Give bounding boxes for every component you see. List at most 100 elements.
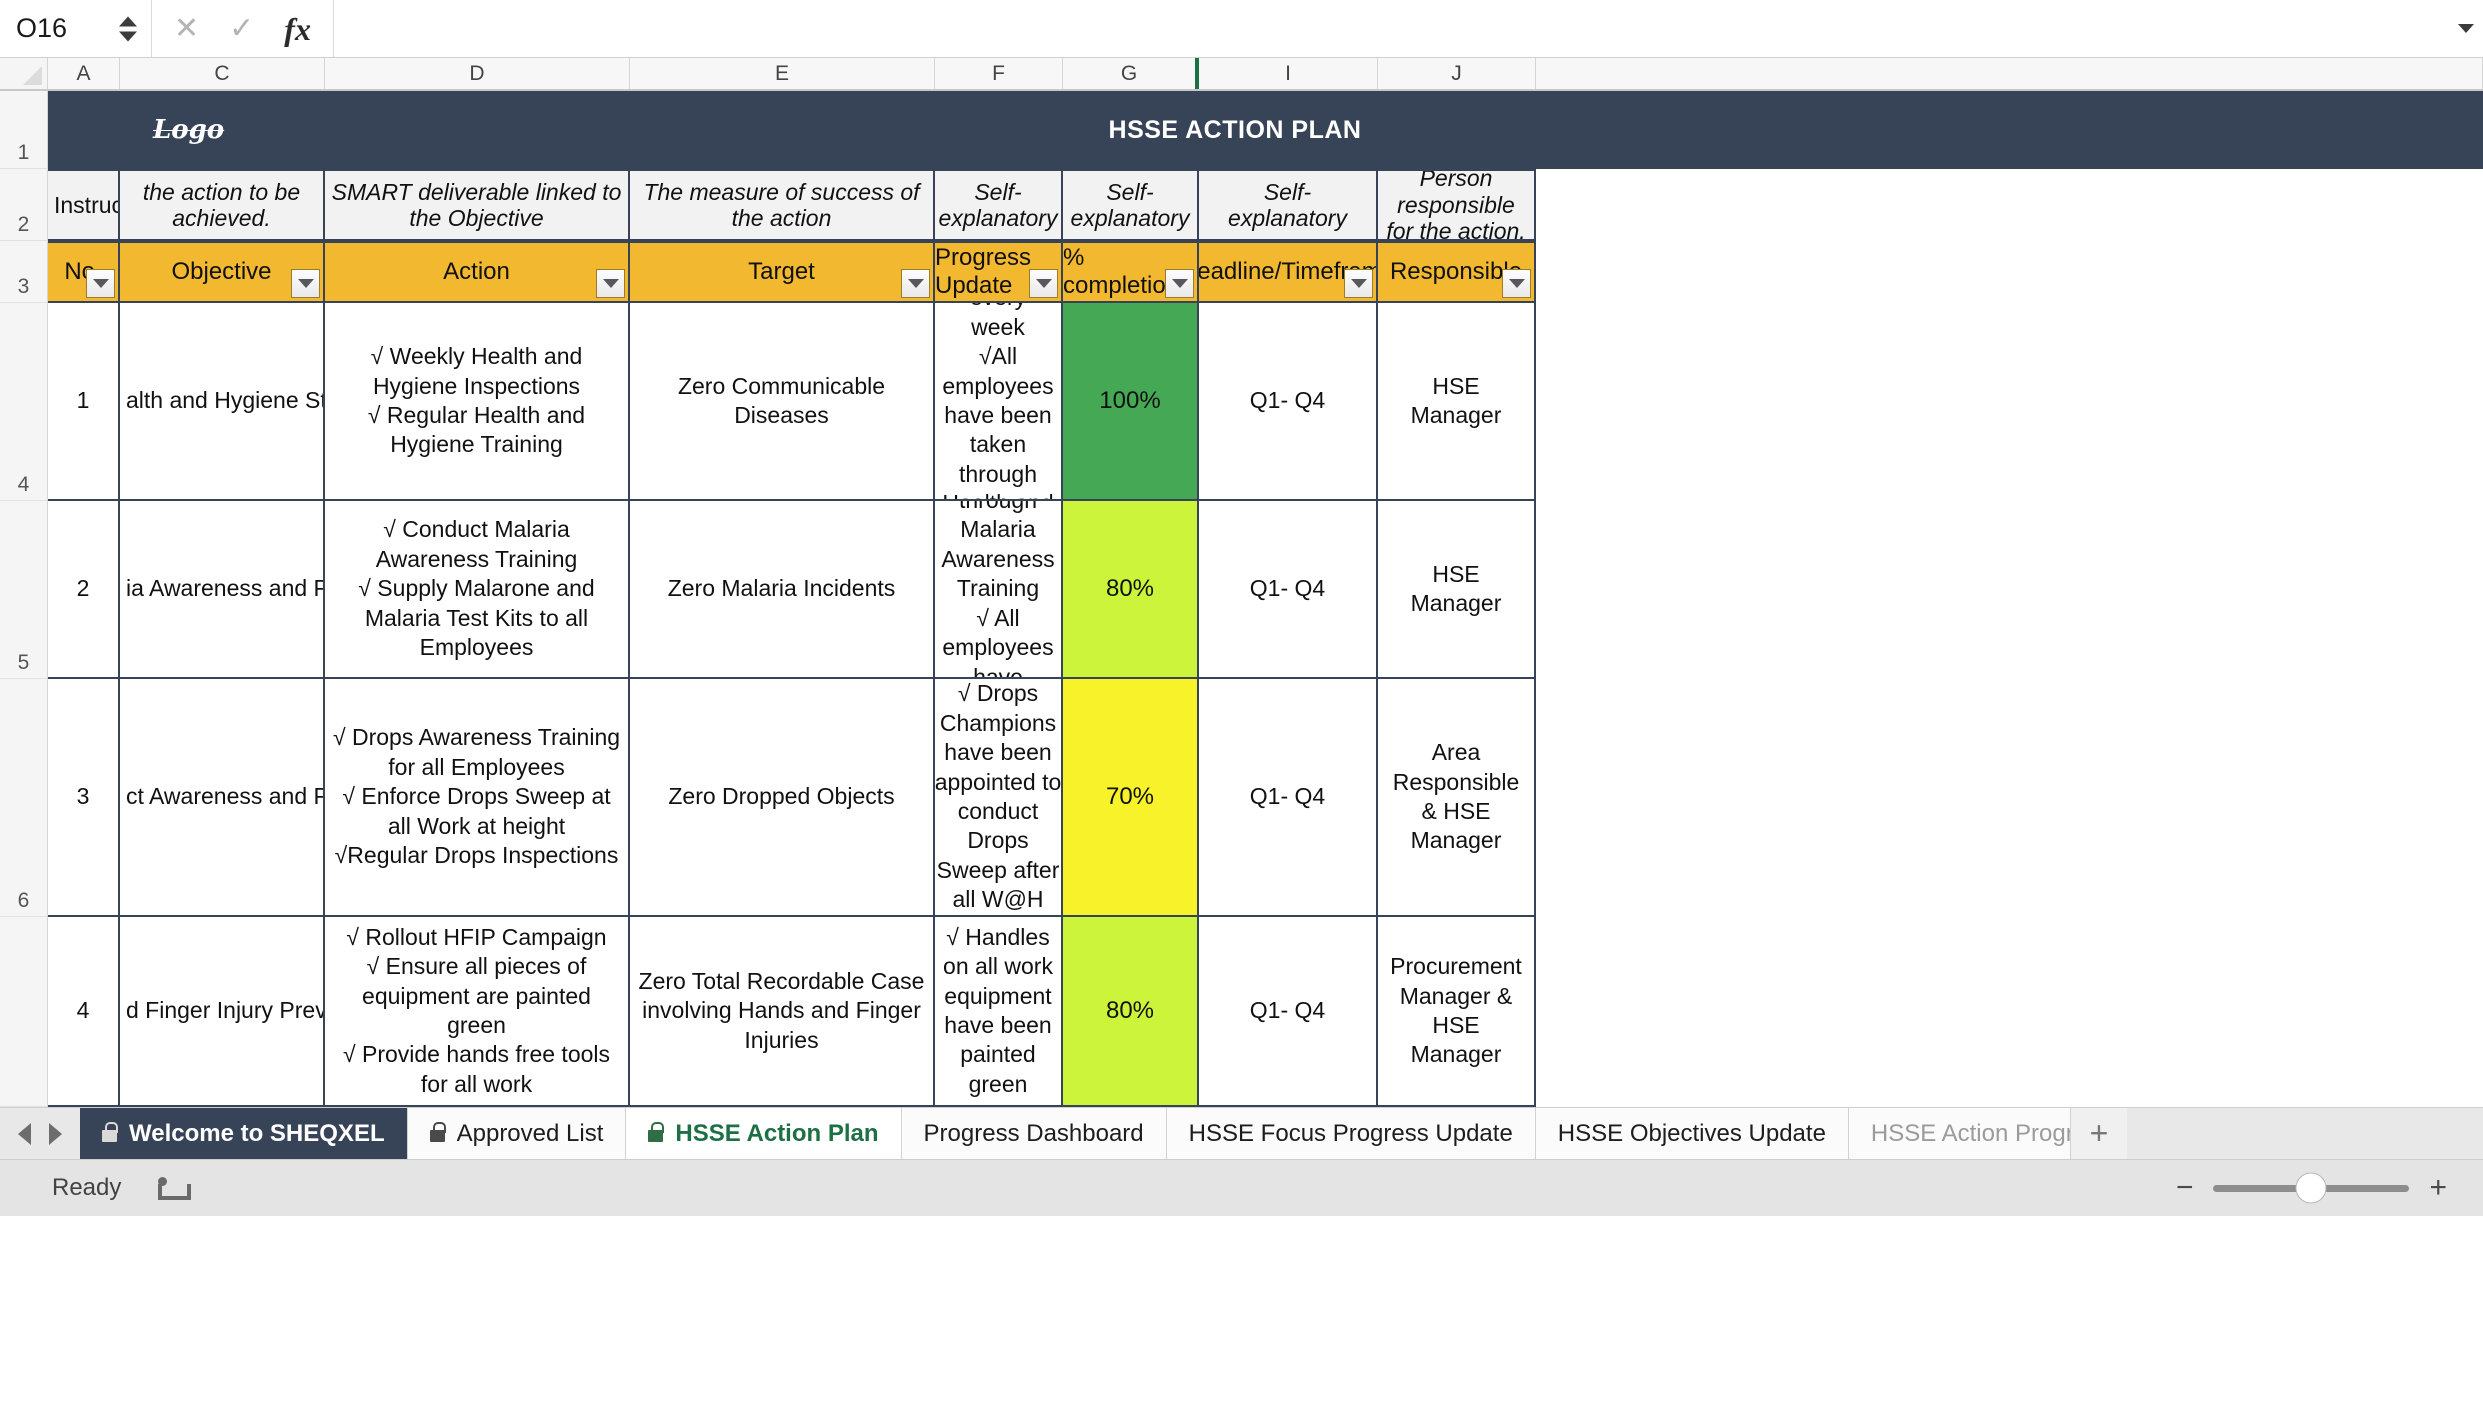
next-sheet-icon[interactable] — [49, 1122, 62, 1145]
sheet-tab-label: HSSE Focus Progress Update — [1188, 1119, 1513, 1147]
sheet-tab-label: Welcome to SHEQXEL — [129, 1119, 385, 1147]
filter-dropdown-no-icon[interactable] — [86, 269, 115, 298]
cell-responsible[interactable]: HSE Manager — [1378, 303, 1536, 501]
cell-overflow — [1536, 303, 2483, 501]
header-completion[interactable]: % completion — [1063, 241, 1199, 303]
filter-dropdown-target-icon[interactable] — [901, 269, 930, 298]
cell-completion[interactable]: 70% — [1063, 679, 1199, 917]
row-header-5[interactable]: 5 — [0, 501, 47, 679]
cell-no[interactable]: 1 — [48, 303, 120, 501]
instruction-target: The measure of success of the action — [630, 169, 935, 241]
column-header-A[interactable]: A — [48, 58, 120, 89]
sheet-tab-hsse-action-progress[interactable]: HSSE Action Progress — [1848, 1108, 2071, 1159]
close-icon[interactable]: ✕ — [174, 13, 199, 44]
column-header-J[interactable]: J — [1378, 58, 1536, 89]
cell-deadline[interactable]: Q1- Q4 — [1199, 501, 1378, 679]
cell-responsible[interactable]: Procurement Manager & HSE Manager — [1378, 917, 1536, 1107]
cell-deadline[interactable]: Q1- Q4 — [1199, 303, 1378, 501]
formula-input[interactable] — [334, 0, 2449, 57]
cell-action[interactable]: √ Conduct Malaria Awareness Training √ S… — [325, 501, 630, 679]
cell-target[interactable]: Zero Dropped Objects — [630, 679, 935, 917]
cell-target[interactable]: Zero Malaria Incidents — [630, 501, 935, 679]
add-sheet-button[interactable]: + — [2070, 1108, 2127, 1159]
row-header-2[interactable]: 2 — [0, 169, 47, 241]
cell-progress-update[interactable]: √ 10% of employees have been trained on … — [935, 679, 1063, 917]
status-bar: Ready − + — [0, 1159, 2483, 1216]
sheet-tab-progress-dashboard[interactable]: Progress Dashboard — [901, 1108, 1167, 1159]
column-header-G[interactable]: G — [1063, 58, 1199, 89]
row-header-3[interactable]: 3 — [0, 241, 47, 303]
cell-action[interactable]: √ Weekly Health and Hygiene Inspections … — [325, 303, 630, 501]
formula-bar: O16 ✕ ✓ fx — [0, 0, 2483, 58]
column-header-D[interactable]: D — [325, 58, 630, 89]
filter-dropdown-objective-icon[interactable] — [291, 269, 320, 298]
cell-action[interactable]: √ Rollout HFIP Campaign √ Ensure all pie… — [325, 917, 630, 1107]
cell-no[interactable]: 4 — [48, 917, 120, 1107]
filter-dropdown-progress-icon[interactable] — [1029, 269, 1058, 298]
name-box[interactable]: O16 — [0, 0, 152, 57]
cell-objective[interactable]: ia Awareness and Prevention — [120, 501, 325, 679]
spinner-down-icon[interactable] — [119, 31, 137, 41]
filter-dropdown-completion-icon[interactable] — [1165, 269, 1194, 298]
cell-action[interactable]: √ Drops Awareness Training for all Emplo… — [325, 679, 630, 917]
zoom-in-button[interactable]: + — [2429, 1173, 2447, 1203]
cell-no[interactable]: 2 — [48, 501, 120, 679]
cell-deadline[interactable]: Q1- Q4 — [1199, 917, 1378, 1107]
cell-no[interactable]: 3 — [48, 679, 120, 917]
cell-deadline[interactable]: Q1- Q4 — [1199, 679, 1378, 917]
cell-completion[interactable]: 80% — [1063, 917, 1199, 1107]
cell-objective[interactable]: d Finger Injury Prevention — [120, 917, 325, 1107]
column-header-overflow[interactable] — [1536, 58, 2483, 89]
cell-completion[interactable]: 100% — [1063, 303, 1199, 501]
sheet-tab-hsse-action-plan[interactable]: HSSE Action Plan — [626, 1108, 902, 1159]
column-header-I[interactable]: I — [1199, 58, 1378, 89]
cell-progress-update[interactable]: √ Handles on all work equipment have bee… — [935, 917, 1063, 1107]
sheet-tab-approved-list[interactable]: Approved List — [407, 1108, 627, 1159]
column-header-E[interactable]: E — [630, 58, 935, 89]
cell-target[interactable]: Zero Communicable Diseases — [630, 303, 935, 501]
spinner-up-icon[interactable] — [119, 16, 137, 26]
header-responsible[interactable]: Responsible — [1378, 241, 1536, 303]
sheet-tab-hsse-focus-progress-update[interactable]: HSSE Focus Progress Update — [1166, 1108, 1536, 1159]
cell-completion[interactable]: 80% — [1063, 501, 1199, 679]
logo-placeholder: Logo — [153, 115, 225, 145]
check-icon[interactable]: ✓ — [229, 13, 254, 44]
table-row: 3 ct Awareness and Prevention √ Drops Aw… — [48, 679, 2483, 917]
header-target[interactable]: Target — [630, 241, 935, 303]
filter-dropdown-responsible-icon[interactable] — [1502, 269, 1531, 298]
header-deadline[interactable]: Deadline/Timeframe — [1199, 241, 1378, 303]
cell-progress-update[interactable]: √ Health and Hygiene Inspection is done … — [935, 303, 1063, 501]
formula-bar-expand-button[interactable] — [2449, 0, 2483, 57]
select-all-corner[interactable] — [0, 58, 48, 89]
filter-dropdown-deadline-icon[interactable] — [1344, 269, 1373, 298]
cell-responsible[interactable]: HSE Manager — [1378, 501, 1536, 679]
row-header-7[interactable] — [0, 917, 47, 1107]
row-header-6[interactable]: 6 — [0, 679, 47, 917]
header-action[interactable]: Action — [325, 241, 630, 303]
instruction-action: SMART deliverable linked to the Objectiv… — [325, 169, 630, 241]
sheet-tab-welcome[interactable]: Welcome to SHEQXEL — [80, 1108, 408, 1159]
header-progress-update[interactable]: Progress Update — [935, 241, 1063, 303]
cell-progress-update[interactable]: √ 20% of employees have been taken throu… — [935, 501, 1063, 679]
header-action-label: Action — [443, 258, 510, 285]
function-icon[interactable]: fx — [284, 13, 311, 45]
sheet-tab-hsse-objectives-update[interactable]: HSSE Objectives Update — [1535, 1108, 1849, 1159]
name-box-spinner[interactable] — [119, 16, 137, 41]
column-header-F[interactable]: F — [935, 58, 1063, 89]
header-objective-label: Objective — [171, 258, 272, 285]
accessibility-icon[interactable] — [157, 1175, 192, 1201]
zoom-out-button[interactable]: − — [2176, 1173, 2194, 1203]
zoom-slider-handle[interactable] — [2295, 1172, 2327, 1204]
column-header-C[interactable]: C — [120, 58, 325, 89]
cell-objective[interactable]: alth and Hygiene Standard — [120, 303, 325, 501]
row-header-4[interactable]: 4 — [0, 303, 47, 501]
cell-objective[interactable]: ct Awareness and Prevention — [120, 679, 325, 917]
cell-target[interactable]: Zero Total Recordable Case involving Han… — [630, 917, 935, 1107]
cell-responsible[interactable]: Area Responsible & HSE Manager — [1378, 679, 1536, 917]
previous-sheet-icon[interactable] — [18, 1122, 31, 1145]
row-header-1[interactable]: 1 — [0, 91, 47, 169]
header-no[interactable]: No. — [48, 241, 120, 303]
zoom-slider[interactable] — [2213, 1172, 2410, 1204]
filter-dropdown-action-icon[interactable] — [596, 269, 625, 298]
header-objective[interactable]: Objective — [120, 241, 325, 303]
